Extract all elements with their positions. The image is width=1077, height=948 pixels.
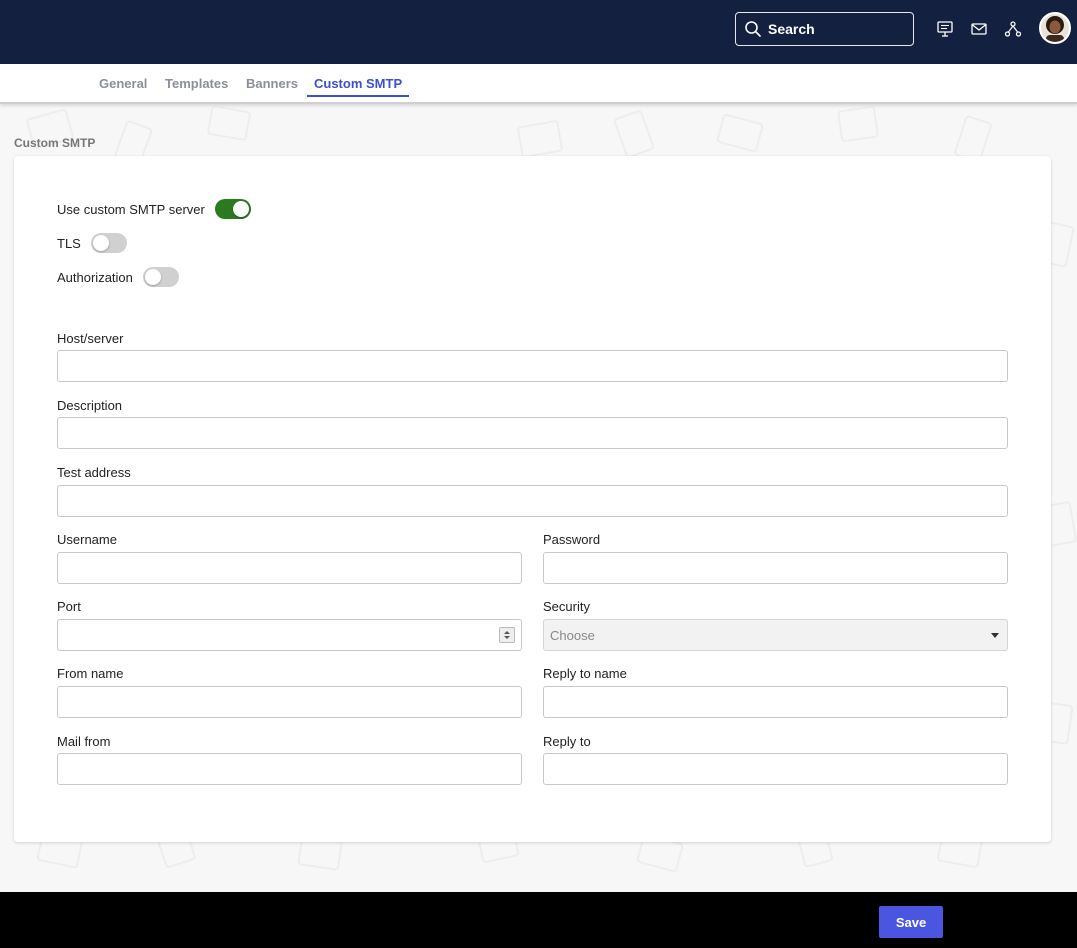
search-box[interactable]: Search: [735, 12, 914, 46]
host-label: Host/server: [57, 331, 124, 346]
password-label: Password: [543, 532, 601, 547]
reply-to-label: Reply to: [543, 734, 591, 749]
mail-from-label: Mail from: [57, 734, 111, 749]
reply-to-name-label: Reply to name: [543, 666, 627, 681]
presentation-icon[interactable]: [936, 20, 954, 38]
reply-to-input[interactable]: [543, 753, 1008, 785]
port-input[interactable]: [57, 619, 522, 651]
authorization-row: Authorization: [57, 267, 179, 287]
port-label: Port: [57, 599, 81, 614]
test-address-label: Test address: [57, 465, 131, 480]
from-name-input[interactable]: [57, 686, 522, 718]
username-label: Username: [57, 532, 117, 547]
mail-from-input[interactable]: [57, 753, 522, 785]
mail-icon[interactable]: [970, 20, 988, 38]
use-custom-smtp-label: Use custom SMTP server: [57, 201, 205, 217]
footer-bar: Save: [0, 892, 1077, 948]
section-title: Custom SMTP: [14, 136, 96, 150]
authorization-toggle[interactable]: [142, 267, 179, 287]
settings-tabs: General Templates Banners Custom SMTP: [0, 64, 1077, 104]
toggle-knob: [144, 269, 161, 285]
authorization-label: Authorization: [57, 269, 133, 285]
tab-banners[interactable]: Banners: [246, 76, 298, 96]
username-input[interactable]: [57, 552, 522, 584]
host-input[interactable]: [57, 350, 1008, 382]
tls-toggle[interactable]: [90, 233, 127, 253]
tab-custom-smtp[interactable]: Custom SMTP: [307, 76, 410, 97]
use-custom-smtp-row: Use custom SMTP server: [57, 199, 251, 219]
port-stepper[interactable]: [499, 627, 515, 643]
tab-general[interactable]: General: [99, 76, 147, 96]
tls-label: TLS: [57, 235, 81, 251]
security-selected-value: Choose: [550, 627, 595, 643]
search-icon: [745, 21, 761, 37]
use-custom-smtp-toggle[interactable]: [214, 199, 251, 219]
top-bar: Search: [0, 0, 1077, 64]
hierarchy-icon[interactable]: [1004, 20, 1022, 38]
search-label: Search: [768, 21, 815, 37]
test-address-input[interactable]: [57, 485, 1008, 517]
save-button[interactable]: Save: [879, 906, 943, 938]
description-label: Description: [57, 398, 123, 413]
smtp-settings-card: Use custom SMTP server TLS Authorization…: [14, 156, 1051, 842]
from-name-label: From name: [57, 666, 124, 681]
toggle-knob: [232, 201, 249, 217]
tls-row: TLS: [57, 233, 127, 253]
caret-down-icon: [991, 633, 999, 638]
tab-templates[interactable]: Templates: [165, 76, 228, 96]
security-label: Security: [543, 599, 590, 614]
user-avatar[interactable]: [1039, 12, 1071, 44]
reply-to-name-input[interactable]: [543, 686, 1008, 718]
security-select[interactable]: Choose: [543, 619, 1008, 651]
password-input[interactable]: [543, 552, 1008, 584]
toggle-knob: [92, 235, 109, 251]
description-input[interactable]: [57, 417, 1008, 449]
